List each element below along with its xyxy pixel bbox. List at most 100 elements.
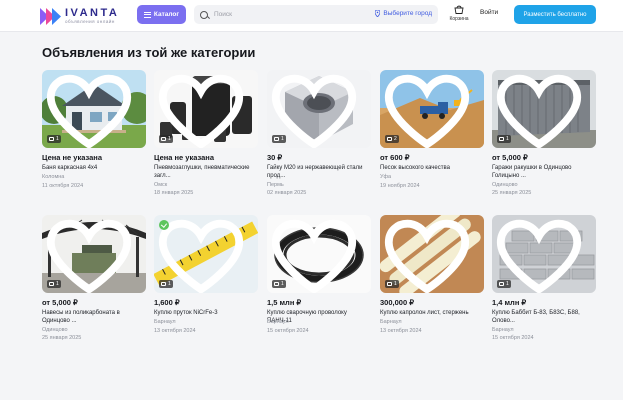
logo-icon xyxy=(40,7,61,25)
listing-city: Пермь xyxy=(267,182,284,188)
photo-count-badge: 1 xyxy=(272,280,286,288)
listing-date: 15 октября 2024 xyxy=(492,335,534,341)
listing-image[interactable]: 1 xyxy=(42,215,146,293)
photo-count: 2 xyxy=(394,136,397,142)
cart-icon xyxy=(454,5,464,14)
listing-date: 13 октября 2024 xyxy=(380,328,422,334)
listing-date: 15 октября 2024 xyxy=(267,328,309,334)
photo-count: 1 xyxy=(56,281,59,287)
listing-image[interactable]: 1 xyxy=(267,70,371,148)
listing-city: Уфа xyxy=(380,174,392,180)
listing-image[interactable]: 1 xyxy=(380,215,484,293)
verified-badge-icon xyxy=(159,220,169,230)
photo-count-badge: 1 xyxy=(497,135,511,143)
listing-card[interactable]: 1 Цена не указана Пневмозаглушки, пневма… xyxy=(154,70,258,200)
listing-price: 1,5 млн ₽ xyxy=(267,298,302,307)
listing-price: Цена не указана xyxy=(42,153,102,162)
listing-card[interactable]: 1 30 ₽ Гайку М20 из нержавеющей стали пр… xyxy=(267,70,371,200)
photo-count: 1 xyxy=(394,281,397,287)
listing-city: Барнаул xyxy=(380,319,402,325)
listing-date: 13 октября 2024 xyxy=(154,328,196,334)
listing-card[interactable]: 1 1,4 млн ₽ Куплю Баббит Б-83, Б83С, Б88… xyxy=(492,215,596,345)
listing-title[interactable]: Гайку М20 из нержавеющей стали прод... xyxy=(267,164,371,180)
camera-icon xyxy=(387,137,392,141)
listing-image[interactable]: 2 xyxy=(380,70,484,148)
listing-title[interactable]: Баня каркасная 4x4 xyxy=(42,164,146,172)
listing-city: Омск xyxy=(154,182,168,188)
listing-title[interactable]: Пневмозаглушки, пневматические загл... xyxy=(154,164,258,180)
city-selector[interactable]: Выберите город xyxy=(375,10,432,17)
listing-date: 25 января 2025 xyxy=(492,190,532,196)
listing-title[interactable]: Навесы из поликарбоната в Одинцово ... xyxy=(42,309,146,325)
listing-title[interactable]: Гаражи ракушки в Одинцово Голицыно ... xyxy=(492,164,596,180)
listing-title[interactable]: Куплю пруток NiCrFe-3 xyxy=(154,309,258,317)
logo-subtitle: объявления онлайн xyxy=(65,18,115,24)
listing-image[interactable]: 1 xyxy=(154,215,258,293)
camera-icon xyxy=(499,137,504,141)
camera-icon xyxy=(49,282,54,286)
listing-card[interactable]: 1 300,000 ₽ Куплю капролон лист, стержен… xyxy=(380,215,484,345)
listing-price: 300,000 ₽ xyxy=(380,298,414,307)
camera-icon xyxy=(387,282,392,286)
camera-icon xyxy=(49,137,54,141)
search-bar: Выберите город xyxy=(194,5,438,24)
listing-card[interactable]: 1 1,5 млн ₽ Куплю сварочную проволоку ПА… xyxy=(267,215,371,345)
listing-title[interactable]: Куплю капролон лист, стержень xyxy=(380,309,484,317)
listing-price: от 600 ₽ xyxy=(380,153,410,162)
cart-label: Корзина xyxy=(449,16,469,22)
listing-price: 1,4 млн ₽ xyxy=(492,298,527,307)
listing-price: от 5,000 ₽ xyxy=(492,153,528,162)
listing-city: Одинцово xyxy=(492,182,518,188)
listing-card[interactable]: 2 от 600 ₽ Песок высокого качества Уфа 1… xyxy=(380,70,484,200)
camera-icon xyxy=(274,282,279,286)
photo-count: 1 xyxy=(168,281,171,287)
listing-title[interactable]: Песок высокого качества xyxy=(380,164,484,172)
listing-date: 11 октября 2024 xyxy=(42,183,84,189)
listing-city: Коломна xyxy=(42,174,65,180)
photo-count-badge: 1 xyxy=(159,280,173,288)
listing-city: Барнаул xyxy=(267,319,289,325)
photo-count-badge: 1 xyxy=(47,135,61,143)
listing-card[interactable]: 1 от 5,000 ₽ Гаражи ракушки в Одинцово Г… xyxy=(492,70,596,200)
listing-date: 25 января 2025 xyxy=(42,335,82,341)
section-title: Объявления из той же категории xyxy=(42,45,256,60)
top-header: IVANTA объявления онлайн Каталог Выберит… xyxy=(0,0,623,32)
cart-button[interactable]: Корзина xyxy=(444,3,474,27)
photo-count-badge: 1 xyxy=(47,280,61,288)
logo[interactable]: IVANTA объявления онлайн xyxy=(40,6,119,26)
listing-price: от 5,000 ₽ xyxy=(42,298,78,307)
camera-icon xyxy=(274,137,279,141)
listing-card[interactable]: 1 от 5,000 ₽ Навесы из поликарбоната в О… xyxy=(42,215,146,345)
listing-image[interactable]: 1 xyxy=(267,215,371,293)
catalog-button[interactable]: Каталог xyxy=(137,5,186,24)
photo-count-badge: 1 xyxy=(159,135,173,143)
listing-image[interactable]: 1 xyxy=(42,70,146,148)
listing-image[interactable]: 1 xyxy=(492,70,596,148)
listing-card[interactable]: 1 Цена не указана Баня каркасная 4x4 Кол… xyxy=(42,70,146,200)
camera-icon xyxy=(161,282,166,286)
photo-count: 1 xyxy=(281,136,284,142)
search-icon xyxy=(200,10,208,19)
catalog-label: Каталог xyxy=(153,11,180,18)
listing-price: 1,600 ₽ xyxy=(154,298,180,307)
post-ad-button[interactable]: Разместить бесплатно xyxy=(514,5,596,24)
listing-price: 30 ₽ xyxy=(267,153,283,162)
logo-title: IVANTA xyxy=(65,6,120,19)
photo-count-badge: 1 xyxy=(385,280,399,288)
listing-image[interactable]: 1 xyxy=(154,70,258,148)
photo-count: 1 xyxy=(506,281,509,287)
photo-count: 1 xyxy=(168,136,171,142)
listing-card[interactable]: 1 1,600 ₽ Куплю пруток NiCrFe-3 Барнаул … xyxy=(154,215,258,345)
listing-city: Барнаул xyxy=(154,319,176,325)
listing-date: 18 января 2025 xyxy=(154,190,194,196)
photo-count-badge: 2 xyxy=(385,135,399,143)
listing-image[interactable]: 1 xyxy=(492,215,596,293)
city-label: Выберите город xyxy=(383,10,432,17)
login-link[interactable]: Войти xyxy=(480,9,498,16)
listing-date: 19 ноября 2024 xyxy=(380,183,420,189)
listing-title[interactable]: Куплю Баббит Б-83, Б83С, Б88, Олово... xyxy=(492,309,596,325)
photo-count: 1 xyxy=(56,136,59,142)
photo-count-badge: 1 xyxy=(272,135,286,143)
photo-count: 1 xyxy=(506,136,509,142)
search-input[interactable] xyxy=(214,11,354,18)
